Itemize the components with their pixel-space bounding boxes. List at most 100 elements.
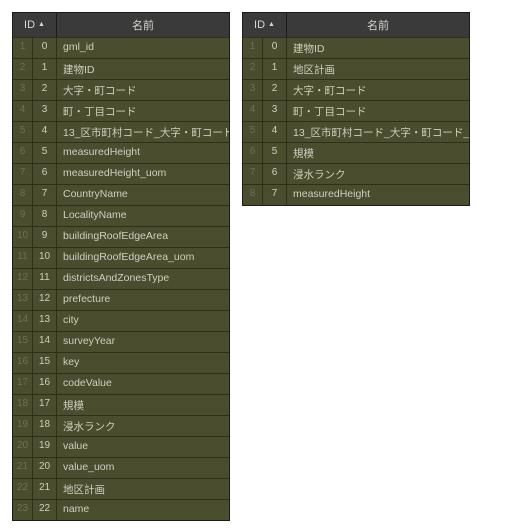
table-row[interactable]: 2322name <box>13 499 229 520</box>
row-index: 17 <box>13 374 33 394</box>
table-row[interactable]: 10gml_id <box>13 37 229 58</box>
row-id: 21 <box>33 479 57 499</box>
row-index: 18 <box>13 395 33 415</box>
row-name: measuredHeight <box>287 185 469 205</box>
table-row[interactable]: 87CountryName <box>13 184 229 205</box>
table-row[interactable]: 5413_区市町村コード_大字・町コード_町・丁目コード <box>13 121 229 142</box>
row-name: 地区計画 <box>57 479 229 499</box>
header-name-label: 名前 <box>132 20 154 32</box>
row-index: 12 <box>13 269 33 289</box>
row-id: 16 <box>33 374 57 394</box>
row-name: 13_区市町村コード_大字・町コード_町・丁目コード <box>57 122 229 142</box>
row-name: 規模 <box>57 395 229 415</box>
row-id: 2 <box>263 80 287 100</box>
table-row[interactable]: 43町・丁目コード <box>13 100 229 121</box>
row-id: 11 <box>33 269 57 289</box>
header-id-label: ID <box>254 19 265 31</box>
row-index: 5 <box>13 122 33 142</box>
table-row[interactable]: 1211districtsAndZonesType <box>13 268 229 289</box>
row-index: 13 <box>13 290 33 310</box>
row-id: 17 <box>33 395 57 415</box>
row-index: 5 <box>243 122 263 142</box>
row-id: 15 <box>33 353 57 373</box>
sort-asc-icon: ▲ <box>268 21 275 28</box>
header-id[interactable]: ID ▲ <box>13 13 57 37</box>
table-row[interactable]: 32大字・町コード <box>13 79 229 100</box>
row-id: 10 <box>33 248 57 268</box>
table-row[interactable]: 43町・丁目コード <box>243 100 469 121</box>
row-name: codeValue <box>57 374 229 394</box>
row-index: 8 <box>243 185 263 205</box>
row-name: 大字・町コード <box>57 80 229 100</box>
row-id: 8 <box>33 206 57 226</box>
table-row[interactable]: 65規模 <box>243 142 469 163</box>
header-name-label: 名前 <box>367 20 389 32</box>
row-index: 6 <box>13 143 33 163</box>
row-index: 6 <box>243 143 263 163</box>
row-id: 19 <box>33 437 57 457</box>
header-id[interactable]: ID ▲ <box>243 13 287 37</box>
row-name: buildingRoofEdgeArea <box>57 227 229 247</box>
row-index: 1 <box>13 38 33 58</box>
row-id: 9 <box>33 227 57 247</box>
row-index: 8 <box>13 185 33 205</box>
table-row[interactable]: 1918浸水ランク <box>13 415 229 436</box>
row-id: 20 <box>33 458 57 478</box>
row-index: 23 <box>13 500 33 520</box>
table-row[interactable]: 32大字・町コード <box>243 79 469 100</box>
row-name: 建物ID <box>287 38 469 58</box>
table-row[interactable]: 1716codeValue <box>13 373 229 394</box>
field-table-left: ID ▲ 名前 10gml_id21建物ID32大字・町コード43町・丁目コード… <box>12 12 230 521</box>
header-name[interactable]: 名前 <box>287 13 469 37</box>
table-row[interactable]: 1110buildingRoofEdgeArea_uom <box>13 247 229 268</box>
row-id: 2 <box>33 80 57 100</box>
table-body-left: 10gml_id21建物ID32大字・町コード43町・丁目コード5413_区市町… <box>13 37 229 520</box>
row-id: 6 <box>263 164 287 184</box>
row-id: 12 <box>33 290 57 310</box>
row-id: 5 <box>263 143 287 163</box>
field-table-right: ID ▲ 名前 10建物ID21地区計画32大字・町コード43町・丁目コード54… <box>242 12 470 206</box>
row-name: 大字・町コード <box>287 80 469 100</box>
row-index: 3 <box>13 80 33 100</box>
table-row[interactable]: 2221地区計画 <box>13 478 229 499</box>
row-name: CountryName <box>57 185 229 205</box>
table-row[interactable]: 2019value <box>13 436 229 457</box>
table-row[interactable]: 10建物ID <box>243 37 469 58</box>
row-id: 22 <box>33 500 57 520</box>
row-id: 4 <box>263 122 287 142</box>
table-row[interactable]: 1615key <box>13 352 229 373</box>
table-row[interactable]: 65measuredHeight <box>13 142 229 163</box>
row-index: 19 <box>13 416 33 436</box>
table-row[interactable]: 1817規模 <box>13 394 229 415</box>
table-row[interactable]: 1312prefecture <box>13 289 229 310</box>
row-name: buildingRoofEdgeArea_uom <box>57 248 229 268</box>
row-index: 3 <box>243 80 263 100</box>
table-row[interactable]: 1514surveyYear <box>13 331 229 352</box>
row-id: 6 <box>33 164 57 184</box>
row-id: 13 <box>33 311 57 331</box>
table-header: ID ▲ 名前 <box>243 13 469 37</box>
table-row[interactable]: 109buildingRoofEdgeArea <box>13 226 229 247</box>
row-name: 浸水ランク <box>57 416 229 436</box>
row-index: 11 <box>13 248 33 268</box>
table-row[interactable]: 2120value_uom <box>13 457 229 478</box>
row-name: LocalityName <box>57 206 229 226</box>
row-name: 規模 <box>287 143 469 163</box>
table-row[interactable]: 21地区計画 <box>243 58 469 79</box>
row-index: 16 <box>13 353 33 373</box>
table-row[interactable]: 76measuredHeight_uom <box>13 163 229 184</box>
header-name[interactable]: 名前 <box>57 13 229 37</box>
table-row[interactable]: 98LocalityName <box>13 205 229 226</box>
row-index: 15 <box>13 332 33 352</box>
row-name: city <box>57 311 229 331</box>
table-row[interactable]: 87measuredHeight <box>243 184 469 205</box>
table-row[interactable]: 1413city <box>13 310 229 331</box>
row-name: 地区計画 <box>287 59 469 79</box>
row-name: gml_id <box>57 38 229 58</box>
table-row[interactable]: 21建物ID <box>13 58 229 79</box>
table-row[interactable]: 5413_区市町村コード_大字・町コード_町・丁目コード <box>243 121 469 142</box>
row-index: 7 <box>243 164 263 184</box>
row-index: 7 <box>13 164 33 184</box>
row-name: value_uom <box>57 458 229 478</box>
table-row[interactable]: 76浸水ランク <box>243 163 469 184</box>
